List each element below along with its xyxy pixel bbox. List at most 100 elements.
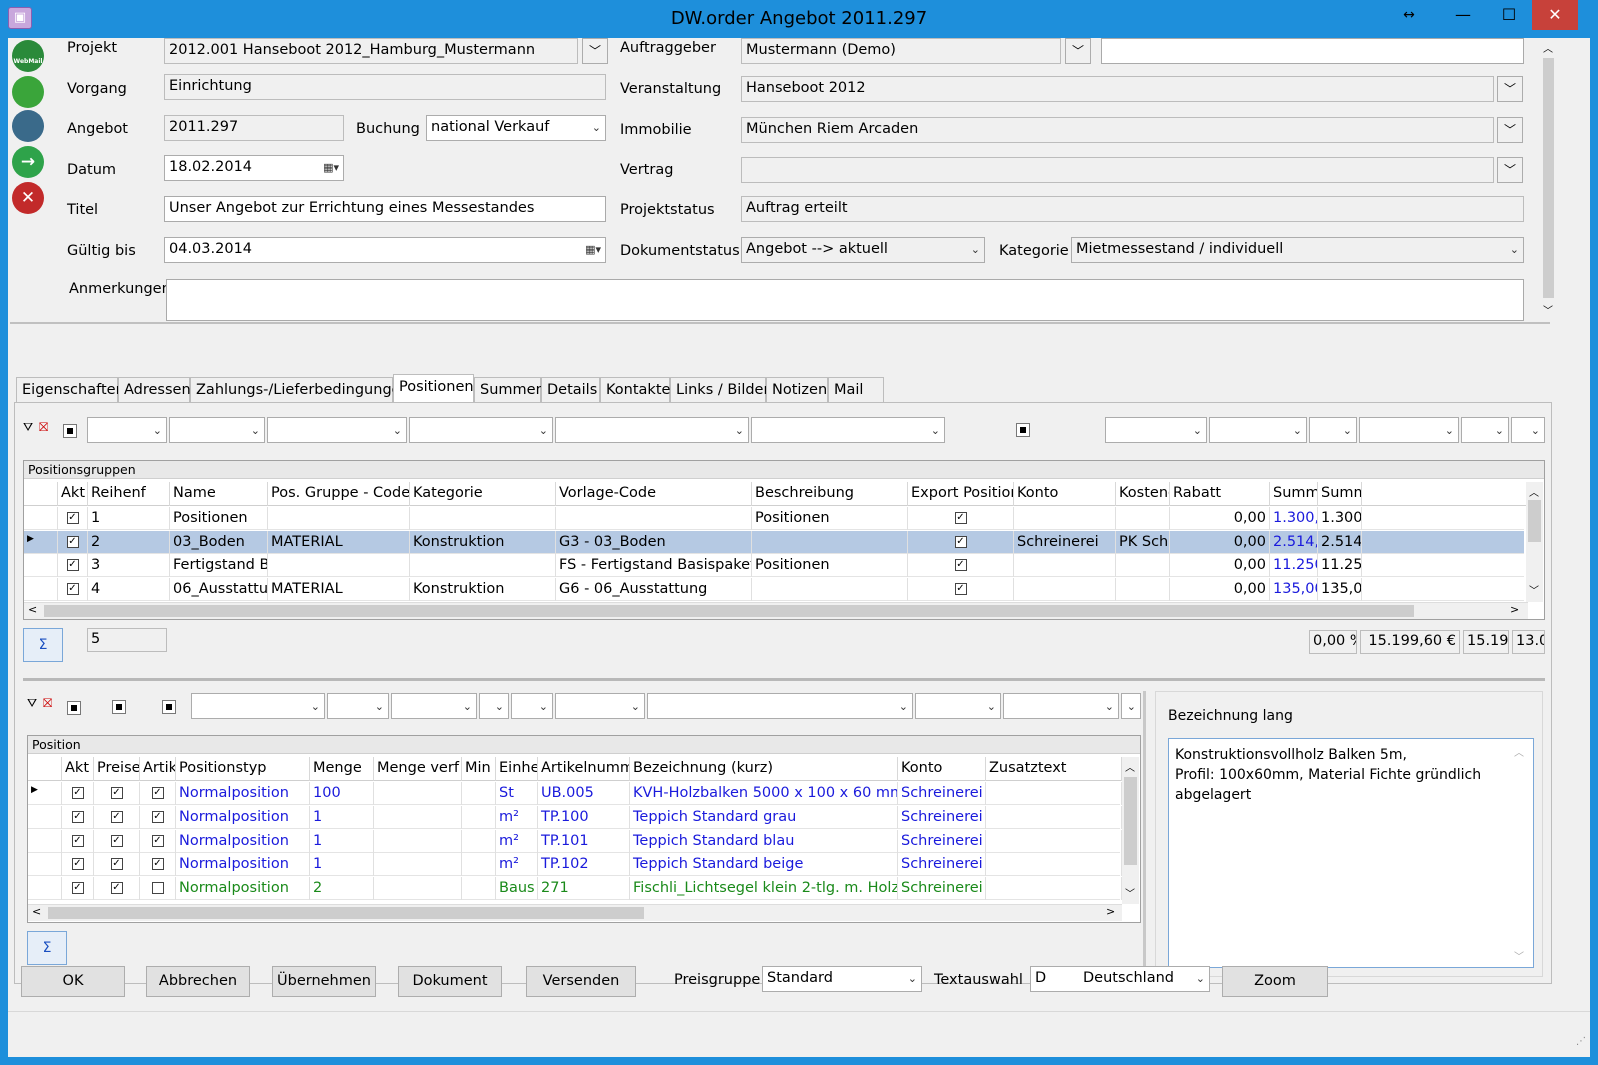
row-indicator[interactable] bbox=[24, 554, 58, 577]
groups-vscroll-thumb[interactable] bbox=[1528, 500, 1541, 542]
table-row[interactable]: ✓ 3 Fertigstand B FS - Fertigstand Basispak… bbox=[24, 554, 1524, 577]
cell-export[interactable]: ✓ bbox=[908, 507, 1014, 530]
table-row[interactable]: ✓ ✓ ✓ Normalposition 1 m² TP.100 Teppich Standa… bbox=[28, 805, 1122, 829]
chevron-up-icon[interactable]: ︿ bbox=[1514, 744, 1524, 759]
tab-eigenschaften[interactable]: Eigenschaften bbox=[16, 377, 125, 403]
cell-export[interactable]: ✓ bbox=[908, 577, 1014, 601]
column-header-positionstyp[interactable]: Positionstyp bbox=[176, 757, 310, 781]
column-filter-select[interactable]: ⌄ bbox=[555, 417, 749, 443]
checked-checkbox[interactable]: ✓ bbox=[151, 834, 164, 847]
column-header-summ[interactable]: Summ bbox=[1318, 482, 1362, 506]
cell-artik[interactable]: ✓ bbox=[140, 782, 176, 805]
cell-artik[interactable]: ✓ bbox=[140, 829, 176, 853]
immobilie-field[interactable]: München Riem Arcaden bbox=[741, 117, 1494, 143]
square-toggle[interactable] bbox=[67, 701, 81, 715]
cell-akt[interactable]: ✓ bbox=[58, 530, 88, 554]
checked-checkbox[interactable]: ✓ bbox=[110, 858, 123, 871]
checked-checkbox[interactable]: ✓ bbox=[71, 810, 84, 823]
uebernehmen-button[interactable]: Übernehmen bbox=[272, 966, 376, 997]
textauswahl-select[interactable]: D Deutschland ⌄ bbox=[1030, 966, 1210, 992]
resize-icon[interactable]: ↔ bbox=[1394, 0, 1424, 30]
column-header-zusatztext[interactable]: Zusatztext bbox=[986, 757, 1122, 781]
cell-akt[interactable]: ✓ bbox=[58, 554, 88, 577]
form-scrollbar-thumb[interactable] bbox=[1543, 58, 1554, 298]
column-filter-select[interactable]: ⌄ bbox=[511, 693, 553, 719]
resize-grip-icon[interactable]: ⋰ bbox=[1576, 1036, 1586, 1047]
row-indicator[interactable]: ▶ bbox=[24, 530, 58, 554]
chevron-up-icon[interactable]: ︿ bbox=[1529, 484, 1539, 499]
positions-hscroll-thumb[interactable] bbox=[48, 907, 644, 919]
checked-checkbox[interactable]: ✓ bbox=[110, 834, 123, 847]
checked-checkbox[interactable]: ✓ bbox=[954, 535, 967, 548]
checked-checkbox[interactable]: ✓ bbox=[151, 810, 164, 823]
checked-checkbox[interactable]: ✓ bbox=[151, 787, 164, 799]
filter-icon[interactable]: ⛛ bbox=[23, 420, 33, 435]
cell-akt[interactable]: ✓ bbox=[62, 805, 94, 829]
close-button[interactable]: ✕ bbox=[1532, 0, 1578, 30]
checked-checkbox[interactable]: ✓ bbox=[151, 858, 164, 871]
column-filter-select[interactable]: ⌄ bbox=[1105, 417, 1207, 443]
ok-button[interactable]: OK bbox=[21, 966, 125, 997]
veranstaltung-field[interactable]: Hanseboot 2012 bbox=[741, 76, 1494, 102]
cell-akt[interactable]: ✓ bbox=[62, 877, 94, 901]
checked-checkbox[interactable]: ✓ bbox=[66, 582, 79, 595]
column-header-artik[interactable]: Artik bbox=[140, 757, 176, 781]
tab-zahlungs-lieferbedingungen[interactable]: Zahlungs-/Lieferbedingungen bbox=[190, 377, 410, 403]
chevron-down-icon[interactable]: ﹀ bbox=[1514, 948, 1524, 963]
cell-artik[interactable] bbox=[140, 877, 176, 901]
positions-vscroll[interactable]: ︿ ﹀ bbox=[1122, 757, 1139, 904]
checked-checkbox[interactable]: ✓ bbox=[66, 512, 79, 524]
immobilie-dropdown-button[interactable]: ﹀ bbox=[1497, 117, 1523, 143]
thumbs-up-icon[interactable] bbox=[12, 76, 44, 108]
tab-positionen[interactable]: Positionen bbox=[393, 374, 474, 404]
column-filter-select[interactable]: ⌄ bbox=[915, 693, 1001, 719]
cell-export[interactable]: ✓ bbox=[908, 530, 1014, 554]
cell-artik[interactable]: ✓ bbox=[140, 853, 176, 877]
column-header-min[interactable]: Min bbox=[462, 757, 496, 781]
column-header-reihenf[interactable]: Reihenf bbox=[88, 482, 170, 506]
title-bar[interactable]: ▣ DW.order Angebot 2011.297 ↔ — ☐ ✕ bbox=[0, 0, 1598, 38]
table-row[interactable]: ✓ ✓ ✓ Normalposition 1 m² TP.101 Teppich Standa… bbox=[28, 829, 1122, 853]
vertrag-dropdown-button[interactable]: ﹀ bbox=[1497, 157, 1523, 183]
column-header-rabatt[interactable]: Rabatt bbox=[1170, 482, 1270, 506]
row-indicator[interactable] bbox=[28, 805, 62, 829]
chevron-down-icon[interactable]: ﹀ bbox=[1543, 302, 1553, 317]
column-filter-select[interactable]: ⌄ bbox=[1003, 693, 1119, 719]
column-header-artikelnumm[interactable]: Artikelnumm bbox=[538, 757, 630, 781]
auftraggeber-dropdown-button[interactable]: ﹀ bbox=[1065, 38, 1091, 64]
square-toggle[interactable] bbox=[1016, 423, 1030, 437]
column-header-beschreibung[interactable]: Beschreibung bbox=[752, 482, 908, 506]
column-filter-select[interactable]: ⌄ bbox=[751, 417, 945, 443]
column-header-menge[interactable]: Menge bbox=[310, 757, 374, 781]
checked-checkbox[interactable]: ✓ bbox=[66, 559, 79, 571]
groups-hscroll-thumb[interactable] bbox=[44, 605, 1414, 617]
column-filter-select[interactable]: ⌄ bbox=[267, 417, 407, 443]
checked-checkbox[interactable]: ✓ bbox=[66, 535, 79, 548]
chevron-left-icon[interactable]: < bbox=[28, 603, 37, 616]
chevron-left-icon[interactable]: < bbox=[32, 905, 41, 918]
titel-field[interactable]: Unser Angebot zur Errichtung eines Messe… bbox=[164, 196, 606, 222]
datum-picker[interactable]: 18.02.2014 ▦▾ bbox=[164, 155, 344, 181]
chevron-down-icon[interactable]: ﹀ bbox=[1125, 885, 1135, 900]
sum-button[interactable]: Σ bbox=[27, 931, 67, 965]
cell-preise[interactable]: ✓ bbox=[94, 829, 140, 853]
buchung-select[interactable]: national Verkauf ⌄ bbox=[426, 115, 606, 141]
column-filter-select[interactable]: ⌄ bbox=[647, 693, 913, 719]
column-filter-select[interactable]: ⌄ bbox=[327, 693, 389, 719]
tab-adressen[interactable]: Adressen bbox=[118, 377, 191, 403]
anmerkungen-textarea[interactable] bbox=[166, 279, 1524, 321]
projektstatus-field[interactable]: Auftrag erteilt bbox=[741, 196, 1524, 222]
checked-checkbox[interactable]: ✓ bbox=[71, 858, 84, 871]
checked-checkbox[interactable]: ✓ bbox=[71, 834, 84, 847]
abbrechen-button[interactable]: Abbrechen bbox=[146, 966, 250, 997]
column-header-bezeichnung-kurz[interactable]: Bezeichnung (kurz) bbox=[630, 757, 898, 781]
clear-filter-icon[interactable]: ⛝ bbox=[39, 420, 48, 435]
column-filter-select[interactable]: ⌄ bbox=[479, 693, 509, 719]
bezeichnung-lang-textarea[interactable]: Konstruktionsvollholz Balken 5m, Profil:… bbox=[1168, 738, 1534, 968]
column-header-vorlage-code[interactable]: Vorlage-Code bbox=[556, 482, 752, 506]
column-header-kostengrupp[interactable]: Kostengrupp bbox=[1116, 482, 1170, 506]
square-toggle[interactable] bbox=[63, 424, 77, 438]
tab-notizen[interactable]: Notizen bbox=[766, 377, 828, 403]
unchecked-checkbox[interactable] bbox=[151, 882, 164, 895]
splitter[interactable] bbox=[1143, 691, 1146, 973]
